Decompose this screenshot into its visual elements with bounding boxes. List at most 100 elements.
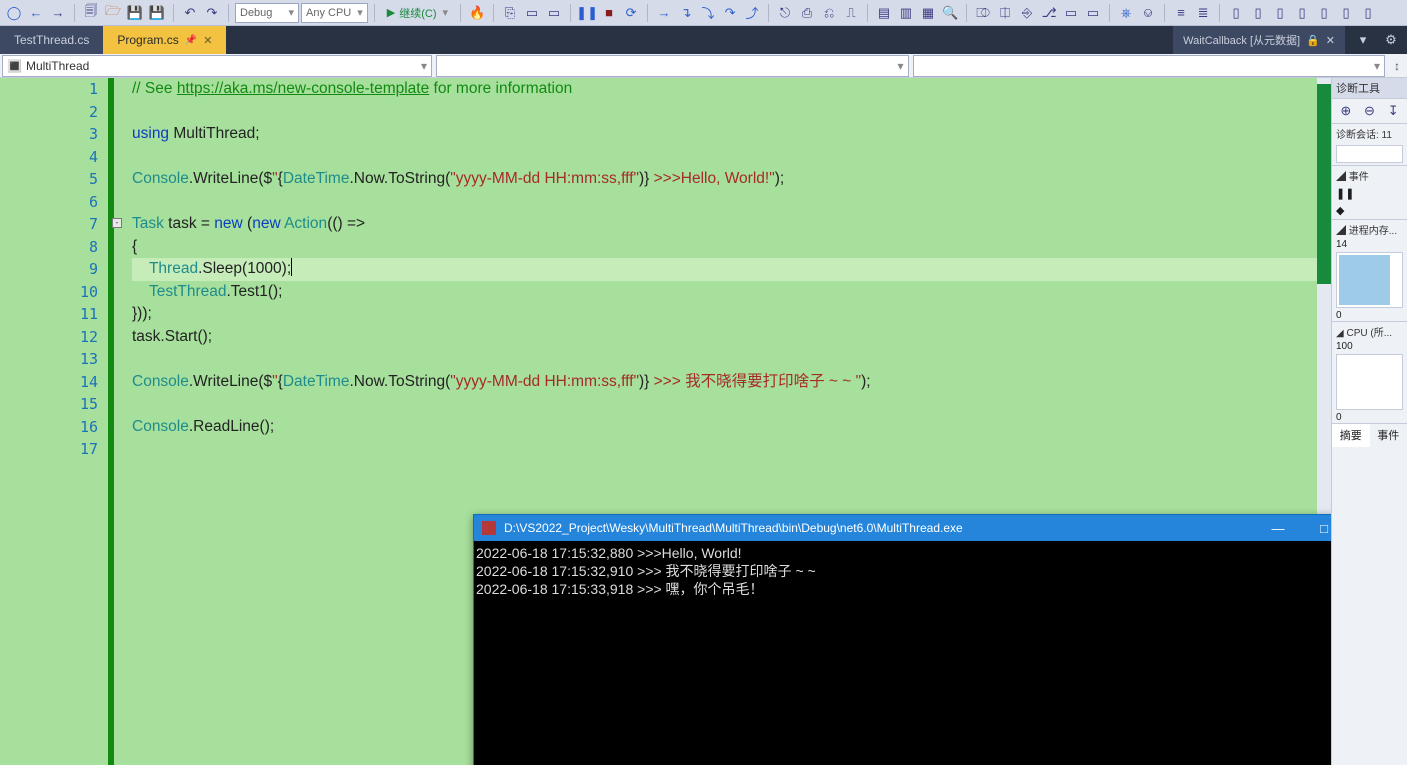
bookmark-icon[interactable]: ▦ bbox=[918, 3, 938, 23]
diag-zoom-in-icon[interactable]: ⊕ bbox=[1336, 101, 1356, 121]
memory-header[interactable]: ◢ 进程内存... bbox=[1332, 219, 1407, 239]
restart-icon[interactable]: ⟳ bbox=[621, 3, 641, 23]
bm2-icon[interactable]: ▯ bbox=[1248, 3, 1268, 23]
step-over-icon[interactable]: ↷ bbox=[720, 3, 740, 23]
layout2-icon[interactable]: ▭ bbox=[544, 3, 564, 23]
stack-icon[interactable]: ⎍ bbox=[841, 3, 861, 23]
project-combo[interactable]: 🔳 MultiThread bbox=[2, 55, 432, 77]
back-icon[interactable]: ◯ bbox=[4, 3, 24, 23]
step-into-icon[interactable]: ⤵ bbox=[698, 3, 718, 23]
separator bbox=[570, 4, 571, 22]
process-icon[interactable]: ⎙ bbox=[797, 3, 817, 23]
separator bbox=[647, 4, 648, 22]
misc4-icon[interactable]: ⎇ bbox=[1039, 3, 1059, 23]
diag-session-label: 诊断会话: 11 bbox=[1332, 123, 1407, 143]
uncomment-icon[interactable]: ▥ bbox=[896, 3, 916, 23]
pause-event-icon: ❚❚ bbox=[1336, 187, 1354, 200]
step-out-icon[interactable]: ⤴ bbox=[742, 3, 762, 23]
close-icon[interactable]: ✕ bbox=[1326, 34, 1335, 47]
misc3-icon[interactable]: ⎆ bbox=[1017, 3, 1037, 23]
separator bbox=[460, 4, 461, 22]
thread-icon[interactable]: ⎌ bbox=[819, 3, 839, 23]
method-combo[interactable] bbox=[913, 55, 1386, 77]
bm6-icon[interactable]: ▯ bbox=[1336, 3, 1356, 23]
separator bbox=[768, 4, 769, 22]
align2-icon[interactable]: ≣ bbox=[1193, 3, 1213, 23]
mem-min: 0 bbox=[1332, 310, 1407, 321]
new-project-icon[interactable]: 🗐 bbox=[81, 3, 101, 23]
bm5-icon[interactable]: ▯ bbox=[1314, 3, 1334, 23]
find-icon[interactable]: 🔍 bbox=[940, 3, 960, 23]
bm1-icon[interactable]: ▯ bbox=[1226, 3, 1246, 23]
console-titlebar[interactable]: D:\VS2022_Project\Wesky\MultiThread\Mult… bbox=[474, 515, 1331, 541]
separator bbox=[1219, 4, 1220, 22]
diag-tab-summary[interactable]: 摘要 bbox=[1332, 424, 1370, 447]
diag-title: 诊断工具 bbox=[1332, 78, 1407, 99]
tools2-icon[interactable]: ⎉ bbox=[1138, 3, 1158, 23]
class-combo[interactable] bbox=[436, 55, 909, 77]
bm4-icon[interactable]: ▯ bbox=[1292, 3, 1312, 23]
separator bbox=[74, 4, 75, 22]
fold-icon[interactable]: - bbox=[112, 218, 122, 228]
maximize-button[interactable]: □ bbox=[1302, 515, 1331, 541]
break-all-icon[interactable]: ⎋ bbox=[775, 3, 795, 23]
minimize-button[interactable]: — bbox=[1256, 515, 1300, 541]
save-all-icon[interactable]: 💾 bbox=[147, 3, 167, 23]
events-header[interactable]: ◢ 事件 bbox=[1332, 165, 1407, 185]
back-arrow-icon[interactable]: ← bbox=[26, 3, 46, 23]
bm3-icon[interactable]: ▯ bbox=[1270, 3, 1290, 23]
change-margin bbox=[108, 78, 132, 765]
tools1-icon[interactable]: ⎈ bbox=[1116, 3, 1136, 23]
misc1-icon[interactable]: ⎄ bbox=[973, 3, 993, 23]
step-icon[interactable]: ⎘ bbox=[500, 3, 520, 23]
save-icon[interactable]: 💾 bbox=[125, 3, 145, 23]
layout1-icon[interactable]: ▭ bbox=[522, 3, 542, 23]
misc5-icon[interactable]: ▭ bbox=[1061, 3, 1081, 23]
bm7-icon[interactable]: ▯ bbox=[1358, 3, 1378, 23]
wait-callback-tab[interactable]: WaitCallback [从元数据] 🔒 ✕ bbox=[1173, 26, 1345, 54]
stop-icon[interactable]: ■ bbox=[599, 3, 619, 23]
separator bbox=[173, 4, 174, 22]
platform-combo[interactable]: Any CPU bbox=[301, 3, 368, 23]
file-tab-bar: TestThread.cs Program.cs 📌 ✕ WaitCallbac… bbox=[0, 26, 1407, 54]
main-toolbar: ◯ ← → 🗐 🗁 💾 💾 ↶ ↷ Debug Any CPU ▶ 继续(C) … bbox=[0, 0, 1407, 26]
continue-button[interactable]: ▶ 继续(C) bbox=[381, 3, 454, 23]
forward-arrow-icon[interactable]: → bbox=[48, 3, 68, 23]
cpu-chart[interactable] bbox=[1336, 354, 1403, 410]
config-combo[interactable]: Debug bbox=[235, 3, 299, 23]
misc6-icon[interactable]: ▭ bbox=[1083, 3, 1103, 23]
pin-icon[interactable]: 📌 bbox=[185, 35, 197, 46]
separator bbox=[374, 4, 375, 22]
undo-icon[interactable]: ↶ bbox=[180, 3, 200, 23]
diag-reset-icon[interactable]: ↧ bbox=[1383, 101, 1403, 121]
separator bbox=[1164, 4, 1165, 22]
exe-icon bbox=[482, 521, 496, 535]
memory-chart[interactable] bbox=[1336, 252, 1403, 308]
timeline-bar[interactable] bbox=[1336, 145, 1403, 163]
diag-zoom-out-icon[interactable]: ⊖ bbox=[1360, 101, 1380, 121]
console-window[interactable]: D:\VS2022_Project\Wesky\MultiThread\Mult… bbox=[473, 514, 1331, 765]
diag-tab-events[interactable]: 事件 bbox=[1370, 424, 1407, 447]
align1-icon[interactable]: ≡ bbox=[1171, 3, 1191, 23]
pause-icon[interactable]: ❚❚ bbox=[577, 3, 597, 23]
tab-testthread[interactable]: TestThread.cs bbox=[0, 26, 103, 54]
redo-icon[interactable]: ↷ bbox=[202, 3, 222, 23]
code-editor[interactable]: 1234567891011121314151617 - // See https… bbox=[0, 78, 1331, 765]
run-to-cursor-icon[interactable]: → bbox=[654, 3, 674, 23]
split-editor-icon[interactable]: ↕ bbox=[1387, 54, 1407, 77]
separator bbox=[1109, 4, 1110, 22]
close-icon[interactable]: ✕ bbox=[203, 34, 212, 47]
hot-reload-icon[interactable]: 🔥 bbox=[467, 3, 487, 23]
console-output[interactable]: 2022-06-18 17:15:32,880 >>>Hello, World!… bbox=[474, 541, 1331, 765]
mem-max: 14 bbox=[1332, 239, 1407, 250]
tab-program[interactable]: Program.cs 📌 ✕ bbox=[103, 26, 226, 54]
cpu-header[interactable]: ◢ CPU (所... bbox=[1332, 321, 1407, 341]
gear-icon[interactable]: ⚙ bbox=[1381, 30, 1401, 50]
cpu-min: 0 bbox=[1332, 412, 1407, 423]
tabs-dropdown-icon[interactable]: ▾ bbox=[1353, 30, 1373, 50]
show-next-icon[interactable]: ↴ bbox=[676, 3, 696, 23]
comment-icon[interactable]: ▤ bbox=[874, 3, 894, 23]
work-area: 1234567891011121314151617 - // See https… bbox=[0, 78, 1407, 765]
open-file-icon[interactable]: 🗁 bbox=[103, 3, 123, 23]
misc2-icon[interactable]: ⎅ bbox=[995, 3, 1015, 23]
